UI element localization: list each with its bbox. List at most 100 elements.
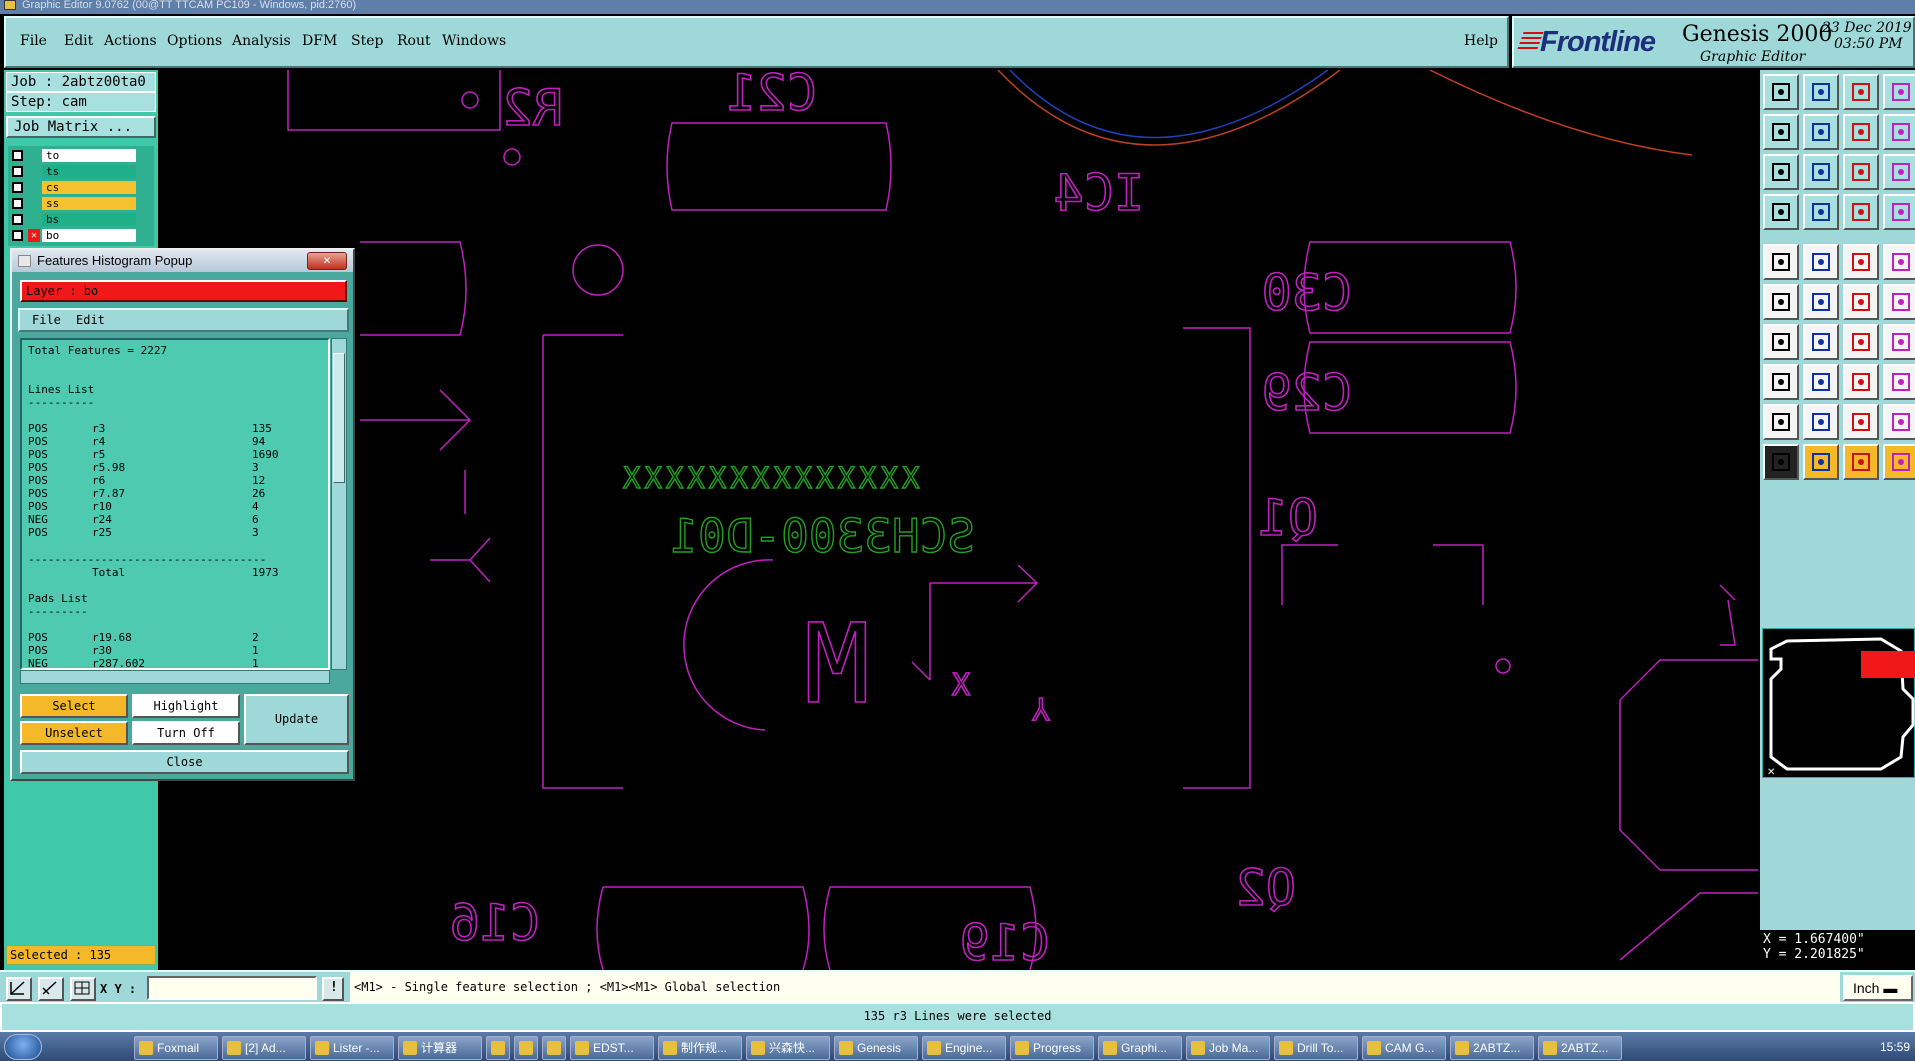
lines-count[interactable]: 3 xyxy=(252,526,259,539)
zoom-1to1-icon[interactable] xyxy=(1843,154,1879,190)
lines-sym[interactable]: r3 xyxy=(92,422,105,435)
popup-titlebar[interactable]: Features Histogram Popup xyxy=(12,250,353,272)
route-pointer-icon[interactable] xyxy=(1883,444,1915,480)
close-icon[interactable]: ✕ xyxy=(1767,767,1775,778)
pads-pol[interactable]: NEG xyxy=(28,657,48,668)
taskbar-item[interactable]: Foxmail xyxy=(134,1036,218,1060)
taskbar-item[interactable] xyxy=(514,1036,538,1060)
highlight-button[interactable]: Highlight xyxy=(132,694,240,718)
line-icon[interactable] xyxy=(1803,194,1839,230)
lines-count[interactable]: 3 xyxy=(252,461,259,474)
pads-count[interactable]: 2 xyxy=(252,631,259,644)
lines-pol[interactable]: POS xyxy=(28,435,48,448)
lines-pol[interactable]: POS xyxy=(28,500,48,513)
unselect-button[interactable]: Unselect xyxy=(20,721,128,745)
scroll-thumb[interactable] xyxy=(333,353,345,483)
menu-step[interactable]: Step xyxy=(351,33,383,49)
lines-count[interactable]: 4 xyxy=(252,500,259,513)
open-icon[interactable] xyxy=(1763,74,1799,110)
menu-actions[interactable]: Actions xyxy=(104,33,157,49)
home-icon[interactable] xyxy=(1843,74,1879,110)
lines-pol[interactable]: POS xyxy=(28,474,48,487)
lines-sym[interactable]: r6 xyxy=(92,474,105,487)
pads-sym[interactable]: r19.68 xyxy=(92,631,132,644)
layer-row-bo[interactable]: ✕ bo xyxy=(8,228,154,243)
draw-line-icon[interactable] xyxy=(1763,324,1799,360)
lines-sym[interactable]: r24 xyxy=(92,513,112,526)
taskbar-item[interactable]: 兴森快... xyxy=(746,1036,830,1060)
taskbar-item[interactable]: Job Ma... xyxy=(1186,1036,1270,1060)
taskbar-item[interactable]: EDST... xyxy=(570,1036,654,1060)
lines-count[interactable]: 12 xyxy=(252,474,265,487)
menu-options[interactable]: Options xyxy=(167,33,222,49)
layer-checkbox[interactable] xyxy=(12,214,23,225)
pads-pol[interactable]: POS xyxy=(28,631,48,644)
pads-sym[interactable]: r287.602 xyxy=(92,657,145,668)
update-button[interactable]: Update xyxy=(244,694,349,745)
zoom-in-icon[interactable] xyxy=(1803,154,1839,190)
panel-icon[interactable] xyxy=(1883,114,1915,150)
align-icon[interactable] xyxy=(1843,364,1879,400)
layer-row-cs[interactable]: cs xyxy=(8,180,154,195)
lines-sym[interactable]: r4 xyxy=(92,435,105,448)
menu-rout[interactable]: Rout xyxy=(397,33,431,49)
triangle-icon[interactable] xyxy=(1763,404,1799,440)
histogram-list[interactable]: Total Features = 2227 Lines List -------… xyxy=(20,338,330,670)
delete-icon[interactable] xyxy=(1803,284,1839,320)
select-button[interactable]: Select xyxy=(20,694,128,718)
query-icon[interactable] xyxy=(1883,154,1915,190)
taskbar-item[interactable]: Lister -... xyxy=(310,1036,394,1060)
group-icon[interactable] xyxy=(1883,364,1915,400)
taskbar-item[interactable]: 2ABTZ... xyxy=(1450,1036,1534,1060)
lines-pol[interactable]: POS xyxy=(28,422,48,435)
move-pointer-icon[interactable] xyxy=(1843,444,1879,480)
zoom-fit-icon[interactable] xyxy=(1763,154,1799,190)
connect-icon[interactable] xyxy=(1763,284,1799,320)
lines-pol[interactable]: POS xyxy=(28,526,48,539)
probe-icon[interactable] xyxy=(1763,194,1799,230)
add-pad-icon[interactable] xyxy=(1763,244,1799,280)
layer-row-ss[interactable]: ss xyxy=(8,196,154,211)
taskbar-item[interactable]: Drill To... xyxy=(1274,1036,1358,1060)
pads-count[interactable]: 1 xyxy=(252,657,259,668)
measure-icon[interactable] xyxy=(1843,244,1879,280)
layer-row-bs[interactable]: bs xyxy=(8,212,154,227)
route-icon[interactable] xyxy=(1883,284,1915,320)
pads-pol[interactable]: POS xyxy=(28,644,48,657)
graphic-canvas[interactable]: C30 C29 IC4 Q1 Q2 C16 C19 C21 R2 M X Y X… xyxy=(160,70,1758,970)
layer-checkbox[interactable] xyxy=(12,182,23,193)
arc-icon[interactable] xyxy=(1843,324,1879,360)
pointer-icon[interactable] xyxy=(1763,444,1799,480)
triangle-c-icon[interactable] xyxy=(1883,404,1915,440)
triangle-b-icon[interactable] xyxy=(1843,404,1879,440)
taskbar-item[interactable]: Engine... xyxy=(922,1036,1006,1060)
lines-sym[interactable]: r10 xyxy=(92,500,112,513)
layer-row-to[interactable]: to xyxy=(8,148,154,163)
menu-dfm[interactable]: DFM xyxy=(302,33,337,49)
taskbar-item[interactable] xyxy=(542,1036,566,1060)
layer-checkbox[interactable] xyxy=(12,230,23,241)
node-icon[interactable] xyxy=(1763,364,1799,400)
lines-sym[interactable]: r5 xyxy=(92,448,105,461)
layer-checkbox[interactable] xyxy=(12,198,23,209)
close-button[interactable]: Close xyxy=(20,750,349,774)
taskbar-item[interactable]: 计算器 xyxy=(398,1036,482,1060)
popup-menu-file[interactable]: File xyxy=(32,313,61,327)
menu-file[interactable]: File xyxy=(20,33,47,49)
layer-checkbox[interactable] xyxy=(12,166,23,177)
units-selector[interactable]: Inch ▬ xyxy=(1843,975,1913,1001)
view-window[interactable] xyxy=(1861,651,1915,678)
xy-input[interactable] xyxy=(147,976,317,1000)
lines-sym[interactable]: r25 xyxy=(92,526,112,539)
taskbar-item[interactable]: CAM G... xyxy=(1362,1036,1446,1060)
lines-count[interactable]: 135 xyxy=(252,422,272,435)
lines-sym[interactable]: r7.87 xyxy=(92,487,125,500)
minimap[interactable]: ✕ xyxy=(1762,628,1915,778)
taskbar-item[interactable]: Genesis xyxy=(834,1036,918,1060)
popup-close-button[interactable]: ✕ xyxy=(307,252,347,270)
vertical-scrollbar[interactable] xyxy=(331,338,347,670)
job-matrix-button[interactable]: Job Matrix ... xyxy=(6,116,156,138)
measure-icon[interactable] xyxy=(38,977,64,1001)
snap-icon[interactable] xyxy=(6,977,32,1001)
fill-icon[interactable] xyxy=(1883,244,1915,280)
